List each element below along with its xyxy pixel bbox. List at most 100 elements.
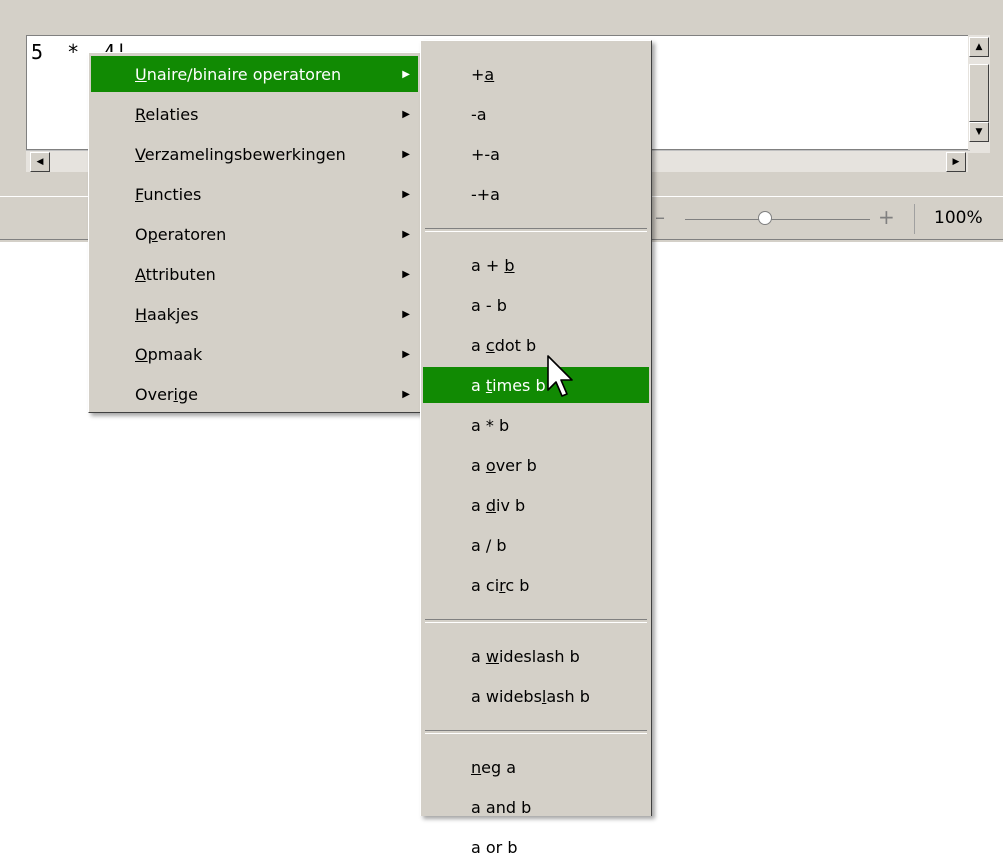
menu-item[interactable]: Verzamelingsbewerkingen ▶: [91, 136, 418, 172]
menu-item-label: Haakjes: [135, 305, 199, 324]
label-part: -a: [471, 104, 487, 124]
mnemonic-letter: a: [484, 64, 495, 84]
submenu-item[interactable]: neg a: [423, 749, 649, 785]
submenu-item[interactable]: a cdot b: [423, 327, 649, 363]
menu-item-label: Unaire/binaire operatoren: [135, 65, 341, 84]
label-part: -+a: [471, 184, 500, 204]
submenu-arrow-icon: ▶: [402, 308, 410, 320]
menu-item-label: Verzamelingsbewerkingen: [135, 145, 346, 164]
menu-item[interactable]: Operatoren ▶: [91, 216, 418, 252]
submenu-arrow-icon: ▶: [402, 188, 410, 200]
label-part: a and b: [471, 797, 532, 817]
scroll-up-button[interactable]: ▲: [969, 37, 989, 57]
label-part: a: [471, 646, 486, 666]
submenu-arrow-icon: ▶: [402, 268, 410, 280]
label-part: a or b: [471, 837, 518, 857]
mnemonic-letter: R: [135, 104, 146, 124]
menu-separator: [425, 730, 647, 734]
zoom-out-button[interactable]: –: [655, 205, 665, 229]
menu-item-label: a / b: [471, 536, 507, 555]
vertical-scroll-thumb[interactable]: [969, 64, 989, 122]
label-part: uncties: [143, 184, 202, 204]
label-part: ideslash b: [498, 646, 580, 666]
menu-item-label: a + b: [471, 256, 515, 275]
menu-separator: [425, 619, 647, 623]
arrow-up-icon: ▲: [975, 42, 983, 52]
menu-item-label: +a: [471, 65, 494, 84]
label-part: c b: [505, 575, 530, 595]
status-divider: [914, 204, 915, 234]
menu-item-label: a times b: [471, 376, 546, 395]
submenu-item[interactable]: a - b: [423, 287, 649, 323]
submenu-arrow-icon: ▶: [402, 388, 410, 400]
arrow-left-icon: ◀: [36, 157, 44, 167]
arrow-down-icon: ▼: [975, 127, 983, 137]
mouse-cursor-icon: [547, 355, 573, 397]
menu-separator: [425, 228, 647, 232]
menu-item-label: a cdot b: [471, 336, 536, 355]
submenu-item[interactable]: a or b: [423, 829, 649, 865]
label-part: eg a: [481, 757, 517, 777]
menu-item-label: a over b: [471, 456, 537, 475]
submenu-item[interactable]: a / b: [423, 527, 649, 563]
menu-item[interactable]: Functies ▶: [91, 176, 418, 212]
zoom-percentage[interactable]: 100%: [934, 208, 983, 228]
submenu-arrow-icon: ▶: [402, 68, 410, 80]
submenu-item[interactable]: +a: [423, 56, 649, 92]
submenu-item[interactable]: -a: [423, 96, 649, 132]
scroll-down-button[interactable]: ▼: [969, 122, 989, 142]
label-part: +-a: [471, 144, 500, 164]
menu-item[interactable]: Overige ▶: [91, 376, 418, 412]
scroll-left-button[interactable]: ◀: [30, 152, 50, 172]
submenu-item[interactable]: a div b: [423, 487, 649, 523]
mnemonic-letter: n: [471, 757, 482, 777]
menu-item-label: a - b: [471, 296, 507, 315]
menu-item-label: -a: [471, 105, 487, 124]
operators-submenu: +a -a +-a -+a a + b a - b a cdot b a times b a *…: [420, 40, 652, 857]
label-part: pmaak: [147, 344, 203, 364]
submenu-item[interactable]: a widebslash b: [423, 678, 649, 714]
submenu-item[interactable]: a circ b: [423, 567, 649, 603]
zoom-slider-track[interactable]: [685, 219, 870, 220]
mnemonic-letter: H: [135, 304, 148, 324]
menu-item[interactable]: Attributen ▶: [91, 256, 418, 292]
mnemonic-letter: p: [147, 224, 158, 244]
submenu-item[interactable]: a + b: [423, 247, 649, 283]
menu-item-label: -+a: [471, 185, 500, 204]
scrollbar-corner: [968, 153, 990, 172]
zoom-in-button[interactable]: +: [878, 205, 895, 229]
submenu-item[interactable]: a over b: [423, 447, 649, 483]
label-part: ttributen: [145, 264, 216, 284]
submenu-item[interactable]: a and b: [423, 789, 649, 825]
submenu-item[interactable]: +-a: [423, 136, 649, 172]
submenu-arrow-icon: ▶: [402, 348, 410, 360]
submenu-arrow-icon: ▶: [402, 148, 410, 160]
menu-item[interactable]: Haakjes ▶: [91, 296, 418, 332]
label-part: a: [471, 455, 486, 475]
label-part: O: [135, 224, 148, 244]
submenu-item[interactable]: a wideslash b: [423, 638, 649, 674]
menu-item[interactable]: Relaties ▶: [91, 96, 418, 132]
submenu-item[interactable]: -+a: [423, 176, 649, 212]
zoom-slider-knob[interactable]: [758, 211, 772, 225]
menu-item[interactable]: Unaire/binaire operatoren ▶: [91, 56, 418, 92]
menu-item-label: a circ b: [471, 576, 529, 595]
menu-item-label: Functies: [135, 185, 201, 204]
label-part: erzamelingsbewerkingen: [144, 144, 346, 164]
submenu-item[interactable]: a times b: [423, 367, 649, 403]
mnemonic-letter: d: [485, 495, 497, 515]
label-part: a: [471, 495, 486, 515]
label-part: imes b: [492, 375, 546, 395]
label-part: a / b: [471, 535, 507, 555]
menu-item[interactable]: Opmaak ▶: [91, 336, 418, 372]
submenu-arrow-icon: ▶: [402, 108, 410, 120]
menu-item-label: Operatoren: [135, 225, 226, 244]
menu-item-label: a and b: [471, 798, 531, 817]
mnemonic-letter: b: [504, 255, 515, 275]
mnemonic-letter: V: [135, 144, 145, 164]
submenu-item[interactable]: a * b: [423, 407, 649, 443]
menu-item-label: a or b: [471, 838, 518, 857]
menu-item-label: Opmaak: [135, 345, 202, 364]
label-part: a: [471, 375, 486, 395]
scroll-right-button[interactable]: ▶: [946, 152, 966, 172]
